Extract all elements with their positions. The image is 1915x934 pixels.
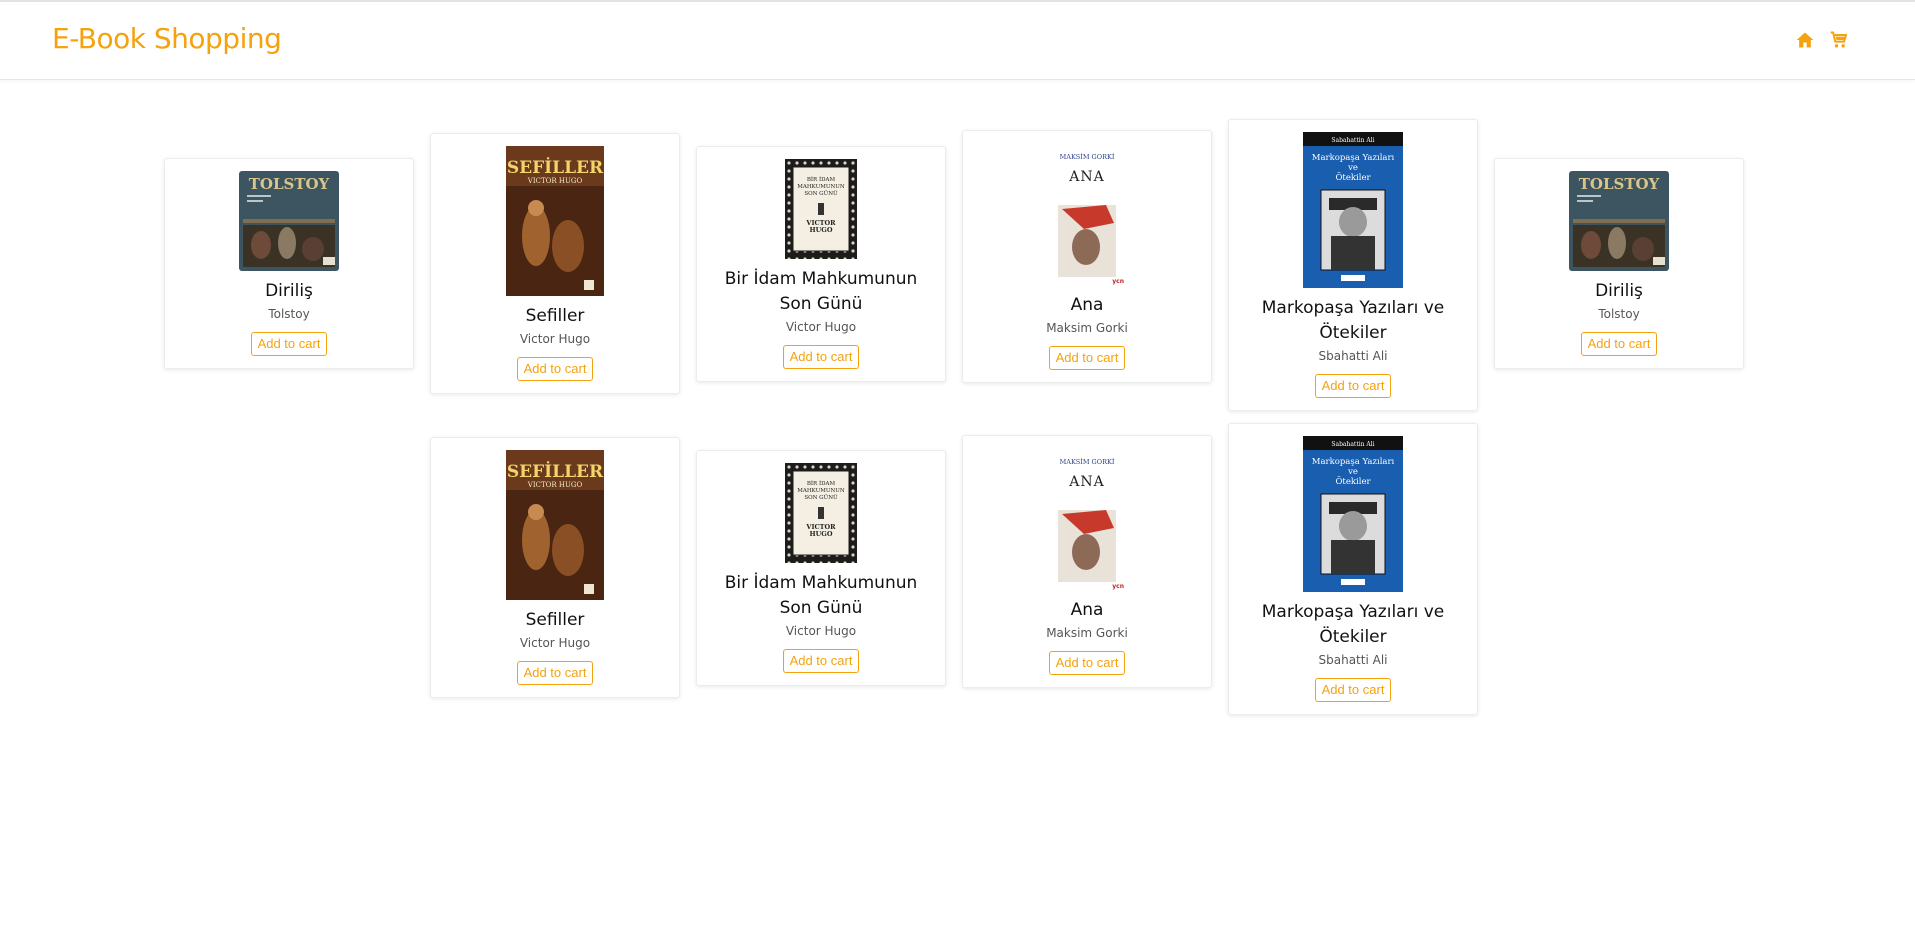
svg-text:Sabahattin Ali: Sabahattin Ali	[1331, 137, 1374, 144]
svg-text:MAHKUMUNUN: MAHKUMUNUN	[797, 488, 845, 494]
svg-text:BİR İDAM: BİR İDAM	[807, 176, 836, 183]
book-cover[interactable]: BİR İDAM MAHKUMUNUN SON GÜNÜ VICTOR HUGO	[785, 463, 857, 563]
svg-text:SON GÜNÜ: SON GÜNÜ	[804, 494, 838, 501]
svg-text:BİR İDAM: BİR İDAM	[807, 480, 836, 487]
cart-icon[interactable]	[1829, 30, 1849, 50]
book-card: BİR İDAM MAHKUMUNUN SON GÜNÜ VICTOR HUGO…	[696, 146, 946, 382]
add-to-cart-button[interactable]: Add to cart	[782, 345, 860, 369]
svg-text:SEFİLLER: SEFİLLER	[507, 461, 604, 482]
svg-text:MAKSİM GORKİ: MAKSİM GORKİ	[1060, 152, 1115, 161]
add-to-cart-button[interactable]: Add to cart	[1048, 651, 1126, 675]
nav-icons	[1795, 30, 1849, 50]
svg-text:ycn: ycn	[1112, 583, 1124, 590]
add-to-cart-button[interactable]: Add to cart	[1314, 374, 1392, 398]
add-to-cart-button[interactable]: Add to cart	[1314, 678, 1392, 702]
add-to-cart-button[interactable]: Add to cart	[782, 649, 860, 673]
book-title[interactable]: Sefiller	[455, 608, 655, 633]
book-card: TOLSTOY Diriliş Tolstoy Add to cart	[164, 158, 414, 369]
svg-text:SEFİLLER: SEFİLLER	[507, 157, 604, 178]
book-author: Maksim Gorki	[1046, 321, 1128, 335]
book-author: Victor Hugo	[519, 636, 591, 650]
svg-text:ycn: ycn	[1112, 278, 1124, 285]
book-author: Maksim Gorki	[1046, 626, 1128, 640]
svg-text:ANA: ANA	[1068, 169, 1104, 185]
book-title[interactable]: Diriliş	[189, 279, 389, 304]
svg-text:ve: ve	[1347, 467, 1358, 477]
home-icon[interactable]	[1795, 30, 1815, 50]
book-cover[interactable]: Sabahattin Ali Markopaşa Yazıları ve Öte…	[1303, 132, 1403, 288]
svg-text:TOLSTOY: TOLSTOY	[1579, 175, 1660, 193]
svg-text:Ötekiler: Ötekiler	[1335, 475, 1371, 487]
svg-text:SON GÜNÜ: SON GÜNÜ	[804, 190, 838, 197]
book-title[interactable]: Bir İdam Mahkumunun Son Günü	[721, 571, 921, 621]
book-author: Victor Hugo	[785, 624, 857, 638]
add-to-cart-button[interactable]: Add to cart	[516, 357, 594, 381]
book-author: Sbahatti Ali	[1318, 349, 1388, 363]
svg-text:VICTOR HUGO: VICTOR HUGO	[527, 177, 583, 185]
book-cover[interactable]: Sabahattin Ali Markopaşa Yazıları ve Öte…	[1303, 436, 1403, 592]
book-author: Sbahatti Ali	[1318, 653, 1388, 667]
brand-logo[interactable]: E-Book Shopping	[52, 22, 282, 55]
svg-text:MAKSİM GORKİ: MAKSİM GORKİ	[1060, 457, 1115, 466]
book-author: Victor Hugo	[519, 332, 591, 346]
svg-text:Markopaşa Yazıları: Markopaşa Yazıları	[1312, 153, 1395, 163]
book-title[interactable]: Markopaşa Yazıları ve Ötekiler	[1253, 600, 1453, 650]
svg-text:TOLSTOY: TOLSTOY	[249, 175, 330, 193]
svg-text:VICTOR HUGO: VICTOR HUGO	[527, 481, 583, 489]
book-cover[interactable]: BİR İDAM MAHKUMUNUN SON GÜNÜ VICTOR HUGO	[785, 159, 857, 259]
add-to-cart-button[interactable]: Add to cart	[1048, 346, 1126, 370]
book-card: Sabahattin Ali Markopaşa Yazıları ve Öte…	[1228, 423, 1478, 715]
book-card: MAKSİM GORKİ ANA ycn Ana Maksim Gorki Ad…	[962, 435, 1212, 688]
svg-text:Markopaşa Yazıları: Markopaşa Yazıları	[1312, 457, 1395, 467]
book-title[interactable]: Markopaşa Yazıları ve Ötekiler	[1253, 296, 1453, 346]
book-title[interactable]: Ana	[987, 598, 1187, 623]
book-card: Sabahattin Ali Markopaşa Yazıları ve Öte…	[1228, 119, 1478, 411]
book-title[interactable]: Diriliş	[1519, 279, 1719, 304]
book-card: MAKSİM GORKİ ANA ycn Ana Maksim Gorki Ad…	[962, 130, 1212, 383]
book-cover[interactable]: SEFİLLER VICTOR HUGO	[506, 450, 604, 600]
svg-text:ANA: ANA	[1068, 474, 1104, 490]
svg-text:Sabahattin Ali: Sabahattin Ali	[1331, 441, 1374, 448]
book-author: Tolstoy	[1598, 307, 1640, 321]
book-cover[interactable]: MAKSİM GORKİ ANA ycn	[1044, 448, 1130, 590]
book-cover[interactable]: TOLSTOY	[1569, 171, 1669, 271]
book-card: BİR İDAM MAHKUMUNUN SON GÜNÜ VICTOR HUGO…	[696, 450, 946, 686]
book-cover[interactable]: SEFİLLER VICTOR HUGO	[506, 146, 604, 296]
book-card: TOLSTOY Diriliş Tolstoy Add to cart	[1494, 158, 1744, 369]
book-cover[interactable]: TOLSTOY	[239, 171, 339, 271]
svg-text:ve: ve	[1347, 163, 1358, 173]
svg-text:HUGO: HUGO	[809, 226, 832, 234]
book-author: Victor Hugo	[785, 320, 857, 334]
add-to-cart-button[interactable]: Add to cart	[250, 332, 328, 356]
add-to-cart-button[interactable]: Add to cart	[1580, 332, 1658, 356]
add-to-cart-button[interactable]: Add to cart	[516, 661, 594, 685]
book-title[interactable]: Ana	[987, 293, 1187, 318]
book-card: SEFİLLER VICTOR HUGO Sefiller Victor Hug…	[430, 133, 680, 394]
book-author: Tolstoy	[268, 307, 310, 321]
book-card: SEFİLLER VICTOR HUGO Sefiller Victor Hug…	[430, 437, 680, 698]
svg-text:Ötekiler: Ötekiler	[1335, 171, 1371, 183]
book-title[interactable]: Bir İdam Mahkumunun Son Günü	[721, 267, 921, 317]
book-title[interactable]: Sefiller	[455, 304, 655, 329]
book-cover[interactable]: MAKSİM GORKİ ANA ycn	[1044, 143, 1130, 285]
svg-text:MAHKUMUNUN: MAHKUMUNUN	[797, 184, 845, 190]
navbar: E-Book Shopping	[0, 2, 1915, 80]
svg-text:HUGO: HUGO	[809, 530, 832, 538]
